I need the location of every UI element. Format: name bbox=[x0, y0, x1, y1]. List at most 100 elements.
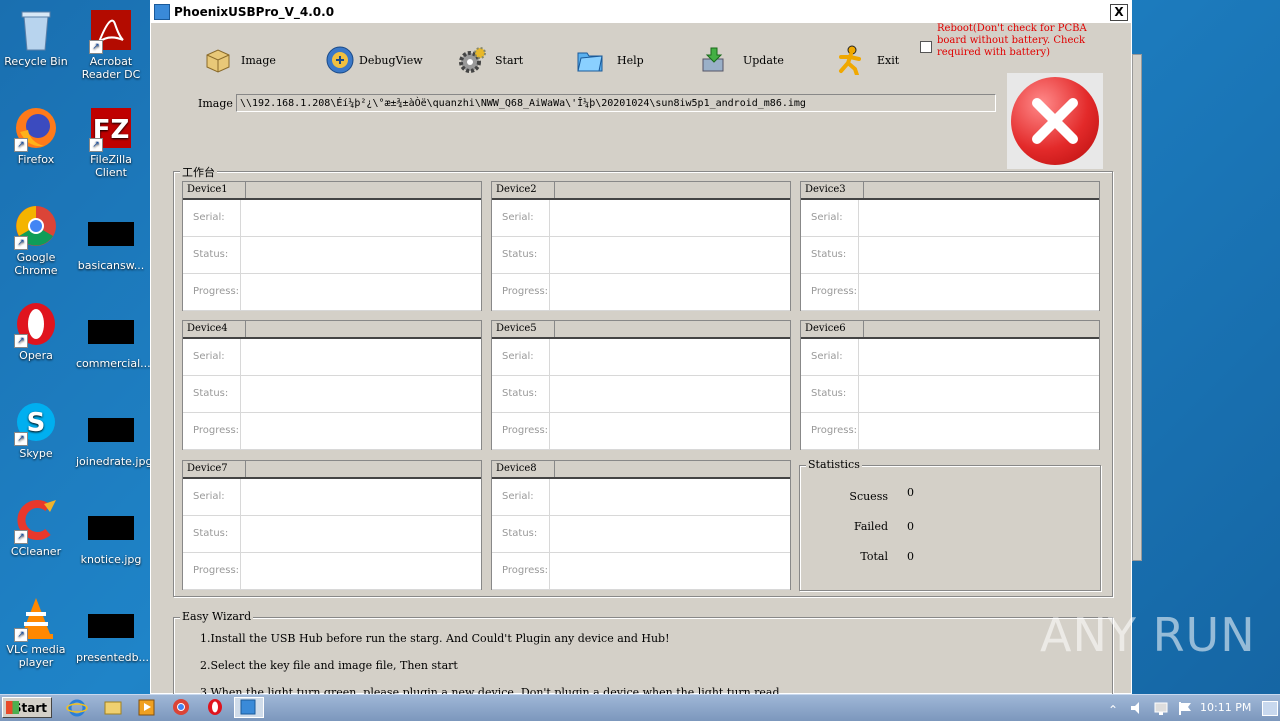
desktop-icon-ccleaner[interactable]: ↗ CCleaner bbox=[1, 498, 71, 558]
desktop-icon-label: Recycle Bin bbox=[4, 55, 68, 68]
folder-help-icon bbox=[577, 52, 603, 72]
taskbar-ie[interactable] bbox=[66, 697, 94, 718]
exit-runner-icon bbox=[839, 45, 861, 75]
title-bar[interactable]: PhoenixUSBPro_V_4.0.0 X bbox=[151, 1, 1131, 24]
desktop-icon-filezilla[interactable]: FZ ↗ FileZilla Client bbox=[76, 106, 146, 179]
progress-label: Progress: bbox=[801, 274, 859, 310]
desktop-file-knotice[interactable]: knotice.jpg bbox=[76, 506, 146, 566]
filezilla-icon: FZ ↗ bbox=[89, 106, 133, 152]
progress-label: Progress: bbox=[183, 274, 241, 310]
progress-value bbox=[550, 274, 790, 310]
desktop-file-joinedrate[interactable]: joinedrate.jpg bbox=[76, 408, 153, 468]
device-name: Device3 bbox=[801, 182, 864, 198]
status-value bbox=[241, 516, 481, 552]
desktop-icon-label: VLC media player bbox=[6, 643, 66, 669]
taskbar-media-player[interactable] bbox=[136, 697, 164, 718]
serial-label: Serial: bbox=[492, 339, 550, 375]
desktop-icon-acrobat[interactable]: ↗ Acrobat Reader DC bbox=[76, 8, 146, 81]
total-label: Total bbox=[860, 550, 888, 563]
status-value bbox=[859, 376, 1099, 412]
file-icon bbox=[88, 418, 134, 442]
desktop-icon-vlc[interactable]: ↗ VLC media player bbox=[1, 596, 71, 669]
success-label: Scuess bbox=[849, 490, 888, 503]
system-clock[interactable]: 10:11 PM bbox=[1200, 695, 1251, 721]
network-icon[interactable] bbox=[1152, 699, 1170, 721]
error-x-icon bbox=[1011, 77, 1099, 165]
desktop-icon-opera[interactable]: ↗ Opera bbox=[1, 302, 71, 362]
window-client: Image DebugView Start Help Update Exit R… bbox=[151, 23, 1131, 708]
update-button[interactable]: Update bbox=[699, 45, 784, 75]
device-panel-8: Device8 Serial: Status: Progress: bbox=[491, 460, 791, 590]
status-value bbox=[859, 237, 1099, 273]
image-button-label: Image bbox=[241, 53, 276, 67]
exit-button[interactable]: Exit bbox=[835, 45, 899, 75]
debugview-button[interactable]: DebugView bbox=[325, 45, 423, 75]
wizard-step-2: 2.Select the key file and image file, Th… bbox=[200, 659, 458, 672]
device-panel-7: Device7 Serial: Status: Progress: bbox=[182, 460, 482, 590]
close-button[interactable]: X bbox=[1110, 4, 1128, 21]
status-label: Status: bbox=[183, 376, 241, 412]
statistics-label: Statistics bbox=[806, 458, 862, 471]
image-path-field[interactable]: \\192.168.1.208\Éí¼þ²¿\°æ±¾±àÒë\quanzhi\… bbox=[236, 94, 996, 112]
taskbar-chrome[interactable] bbox=[170, 697, 198, 718]
desktop-icon-chrome[interactable]: ↗ Google Chrome bbox=[1, 204, 71, 277]
serial-label: Serial: bbox=[492, 200, 550, 236]
file-icon bbox=[88, 614, 134, 638]
desktop-icon-label: knotice.jpg bbox=[80, 553, 142, 566]
progress-label: Progress: bbox=[183, 413, 241, 449]
progress-value bbox=[241, 274, 481, 310]
media-player-icon bbox=[138, 699, 155, 716]
start-button[interactable]: Start bbox=[457, 45, 523, 75]
chrome-icon: ↗ bbox=[14, 204, 58, 250]
serial-value bbox=[859, 200, 1099, 236]
serial-value bbox=[550, 339, 790, 375]
desktop-icon-label: Acrobat Reader DC bbox=[81, 55, 141, 81]
desktop-file-commercial[interactable]: commercial... bbox=[76, 310, 151, 370]
desktop-icon-firefox[interactable]: ↗ Firefox bbox=[1, 106, 71, 166]
progress-label: Progress: bbox=[492, 413, 550, 449]
desktop-icon-label: Skype bbox=[19, 447, 53, 460]
exit-button-label: Exit bbox=[877, 53, 900, 67]
device-name: Device7 bbox=[183, 461, 246, 477]
desktop-icon-label: Opera bbox=[19, 349, 53, 362]
serial-value bbox=[550, 200, 790, 236]
image-box-icon bbox=[206, 49, 230, 73]
progress-label: Progress: bbox=[492, 274, 550, 310]
debugview-button-label: DebugView bbox=[359, 53, 423, 67]
phoenix-window: PhoenixUSBPro_V_4.0.0 X Image DebugView … bbox=[150, 0, 1132, 708]
background-window-scrollbar[interactable] bbox=[1132, 54, 1142, 561]
desktop-file-presentedb[interactable]: presentedb... bbox=[76, 604, 149, 664]
show-hidden-icons[interactable]: ⌃ bbox=[1108, 699, 1118, 718]
progress-value bbox=[241, 413, 481, 449]
start-menu-button[interactable]: Start bbox=[2, 697, 52, 718]
serial-value bbox=[241, 479, 481, 515]
flag-icon[interactable] bbox=[1176, 699, 1194, 721]
status-label: Status: bbox=[801, 376, 859, 412]
status-indicator bbox=[1007, 73, 1103, 169]
help-button[interactable]: Help bbox=[575, 45, 644, 75]
reboot-checkbox[interactable] bbox=[920, 41, 932, 53]
volume-icon[interactable] bbox=[1128, 699, 1146, 721]
success-value: 0 bbox=[907, 486, 914, 499]
wizard-step-1: 1.Install the USB Hub before run the sta… bbox=[200, 632, 670, 645]
show-desktop-button[interactable] bbox=[1262, 701, 1278, 716]
desktop-icon-label: FileZilla Client bbox=[90, 153, 132, 179]
taskbar-phoenixusbpro[interactable] bbox=[234, 697, 264, 718]
desktop-file-basicansw[interactable]: basicansw... bbox=[76, 212, 146, 272]
update-icon bbox=[702, 47, 724, 72]
folder-icon bbox=[104, 701, 122, 715]
image-button[interactable]: Image bbox=[203, 45, 276, 75]
taskbar-explorer[interactable] bbox=[102, 697, 130, 718]
opera-icon: ↗ bbox=[14, 302, 58, 348]
recycle-bin-icon bbox=[14, 8, 58, 52]
status-value bbox=[241, 237, 481, 273]
desktop-icon-label: Firefox bbox=[17, 153, 55, 166]
svg-text:S: S bbox=[27, 408, 46, 438]
desktop-icon-label: joinedrate.jpg bbox=[76, 455, 153, 468]
taskbar-opera[interactable] bbox=[204, 697, 232, 718]
desktop-icon-recycle-bin[interactable]: Recycle Bin bbox=[1, 8, 71, 68]
progress-value bbox=[859, 274, 1099, 310]
serial-label: Serial: bbox=[801, 200, 859, 236]
desktop-icon-skype[interactable]: S ↗ Skype bbox=[1, 400, 71, 460]
status-label: Status: bbox=[183, 516, 241, 552]
